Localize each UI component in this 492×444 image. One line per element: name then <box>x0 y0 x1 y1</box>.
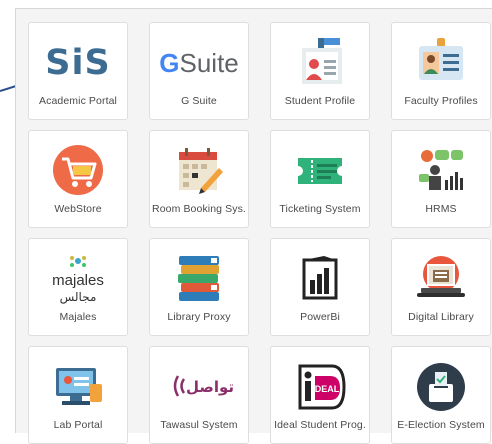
tile-label: E-Election System <box>397 419 485 431</box>
tile-label: PowerBi <box>300 311 340 323</box>
tile-label: Library Proxy <box>167 311 231 323</box>
tile-label: Room Booking Sys. <box>152 203 246 215</box>
app-tile-academic-portal[interactable]: SiS Academic Portal <box>28 22 128 120</box>
calendar-pencil-icon <box>150 144 248 198</box>
app-tile-student-profile[interactable]: Student Profile <box>270 22 370 120</box>
hr-chart-icon <box>392 144 490 198</box>
tile-label: HRMS <box>425 203 457 215</box>
app-tile-webstore[interactable]: WebStore <box>28 130 128 228</box>
svg-text:تواصل: تواصل <box>186 378 234 396</box>
tile-label: G Suite <box>181 95 217 107</box>
powerbi-logo-icon <box>271 252 369 306</box>
app-tile-faculty-profiles[interactable]: Faculty Profiles <box>391 22 491 120</box>
tawasul-logo-icon: تواصل <box>150 360 248 414</box>
laptop-book-icon <box>392 252 490 306</box>
app-tile-g-suite[interactable]: GSuite G Suite <box>149 22 249 120</box>
svg-text:majales: majales <box>52 272 104 289</box>
faculty-id-card-icon <box>392 36 490 90</box>
app-tile-lab-portal[interactable]: Lab Portal <box>28 346 128 444</box>
app-tile-room-booking[interactable]: Room Booking Sys. <box>149 130 249 228</box>
svg-text:DEAL: DEAL <box>315 384 340 394</box>
tile-label: Faculty Profiles <box>404 95 478 107</box>
ticket-icon <box>271 144 369 198</box>
app-tile-powerbi[interactable]: PowerBi <box>270 238 370 336</box>
tile-label: Tawasul System <box>160 419 238 431</box>
app-tile-digital-library[interactable]: Digital Library <box>391 238 491 336</box>
books-stack-icon <box>150 252 248 306</box>
app-tile-library-proxy[interactable]: Library Proxy <box>149 238 249 336</box>
app-tile-hrms[interactable]: HRMS <box>391 130 491 228</box>
tile-label: Academic Portal <box>39 95 117 107</box>
app-tile-ticketing-system[interactable]: Ticketing System <box>270 130 370 228</box>
ballot-box-icon <box>392 360 490 414</box>
app-tile-ideal-student-prog[interactable]: DEAL Ideal Student Prog. <box>270 346 370 444</box>
tile-label: WebStore <box>54 203 102 215</box>
tile-label: Digital Library <box>408 311 474 323</box>
app-tile-majales[interactable]: majales مجالس Majales <box>28 238 128 336</box>
tile-label: Lab Portal <box>53 419 103 431</box>
gsuite-logo-icon: GSuite <box>159 47 239 78</box>
sis-logo-icon: SiS <box>45 43 111 83</box>
svg-text:مجالس: مجالس <box>60 290 97 305</box>
tile-label: Ticketing System <box>279 203 361 215</box>
majales-logo-icon: majales مجالس <box>29 252 127 306</box>
computer-lab-icon <box>29 360 127 414</box>
tile-label: Majales <box>59 311 97 323</box>
apps-panel: SiS Academic Portal GSuite G Suite Stude… <box>15 8 492 444</box>
tile-label: Ideal Student Prog. <box>274 419 366 431</box>
app-tile-e-election-system[interactable]: E-Election System <box>391 346 491 444</box>
app-tile-tawasul-system[interactable]: تواصل Tawasul System <box>149 346 249 444</box>
shopping-cart-icon <box>29 144 127 198</box>
student-profile-icon <box>271 36 369 90</box>
ideal-logo-icon: DEAL <box>271 360 369 414</box>
tile-label: Student Profile <box>284 95 356 107</box>
